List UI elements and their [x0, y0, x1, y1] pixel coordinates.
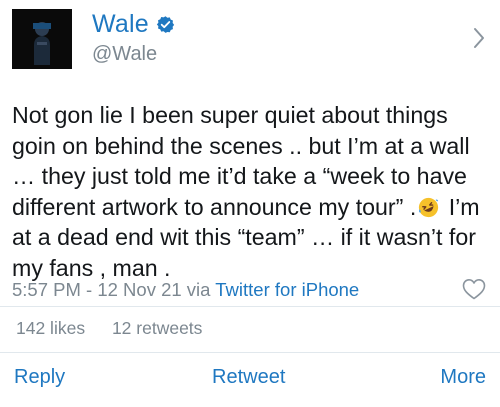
tweet-timestamp: 5:57 PM - 12 Nov 21 via: [12, 279, 216, 300]
verified-badge-icon: [156, 15, 175, 34]
divider-top: [0, 306, 500, 307]
tweet-meta: 5:57 PM - 12 Nov 21 via Twitter for iPho…: [12, 279, 359, 301]
tweet-text: Not gon lie I been super quiet about thi…: [12, 100, 492, 283]
divider-bottom: [0, 352, 500, 353]
tweet-actions: Reply Retweet More: [0, 366, 500, 394]
tweet-source-link[interactable]: Twitter for iPhone: [215, 279, 359, 300]
retweet-button[interactable]: Retweet: [212, 366, 285, 389]
avatar-image: [12, 9, 72, 69]
display-name[interactable]: Wale: [92, 10, 149, 39]
display-name-row: Wale: [92, 9, 175, 39]
tweet-stats: 142 likes 12 retweets: [16, 318, 224, 339]
reply-button[interactable]: Reply: [14, 366, 65, 389]
retweets-count[interactable]: 12 retweets: [112, 318, 202, 338]
heart-outline-icon[interactable]: [462, 278, 486, 300]
avatar[interactable]: [12, 9, 72, 69]
rolling-on-floor-laughing-emoji-icon: [418, 195, 439, 217]
chevron-right-icon[interactable]: [472, 27, 486, 49]
likes-count[interactable]: 142 likes: [16, 318, 85, 338]
user-handle[interactable]: @Wale: [92, 43, 157, 66]
tweet-text-part-1: Not gon lie I been super quiet about thi…: [12, 102, 470, 220]
more-button[interactable]: More: [440, 366, 486, 389]
